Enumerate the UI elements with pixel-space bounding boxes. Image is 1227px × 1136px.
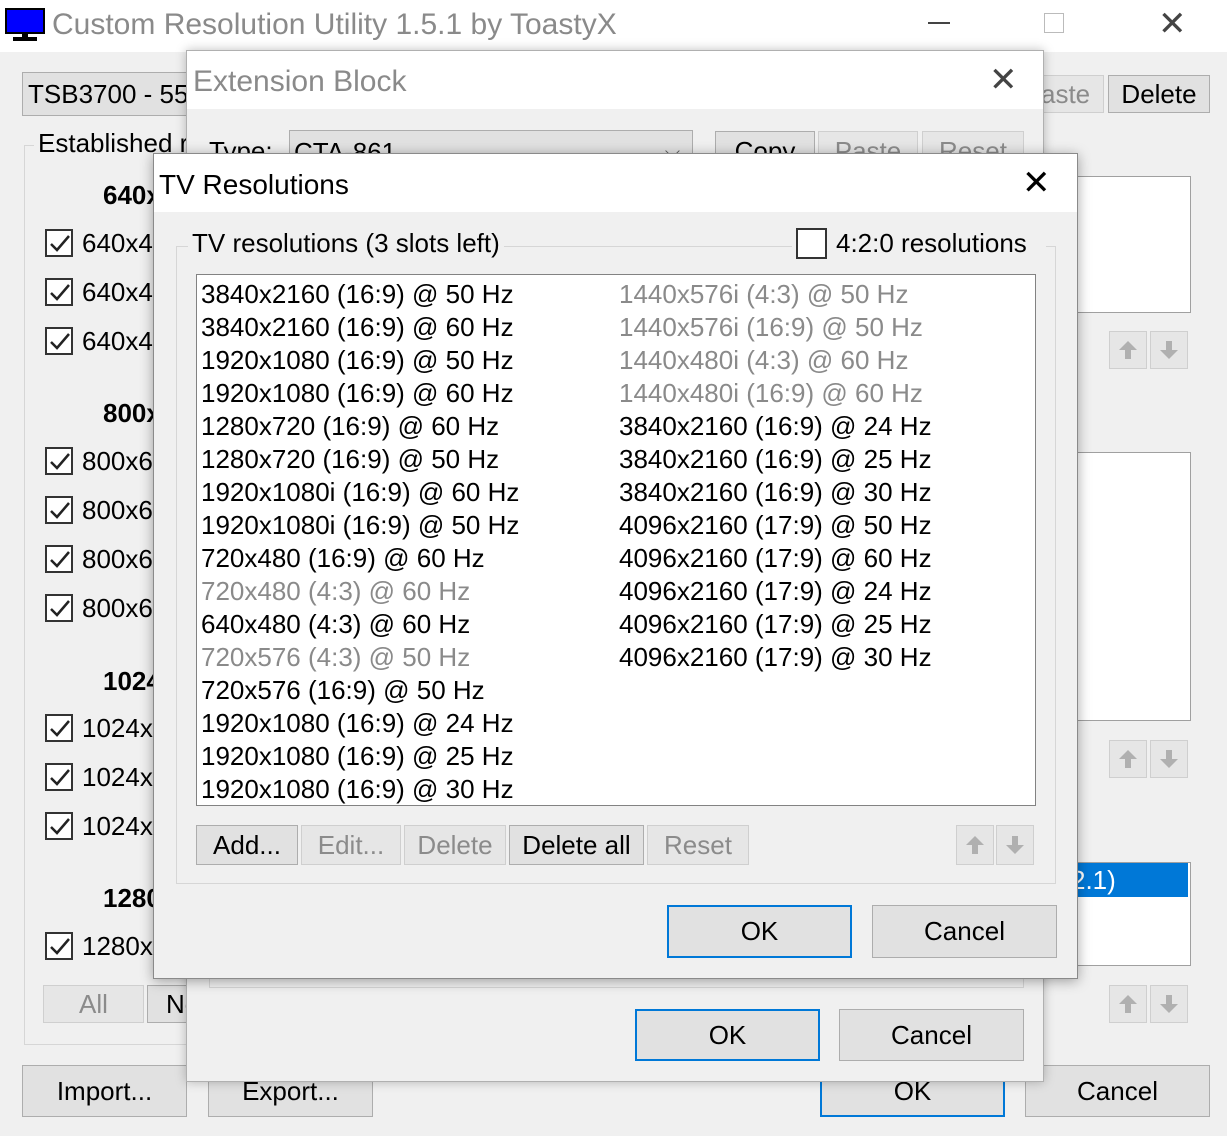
list-item[interactable]: 4096x2160 (17:9) @ 25 Hz (619, 608, 932, 641)
add-button[interactable]: Add... (196, 825, 298, 865)
list-item[interactable]: 720x480 (4:3) @ 60 Hz (201, 575, 519, 608)
minimize-icon[interactable] (928, 22, 950, 24)
checkbox[interactable] (45, 229, 73, 257)
list-item[interactable]: 4096x2160 (17:9) @ 50 Hz (619, 509, 932, 542)
list-item[interactable]: 4096x2160 (17:9) @ 60 Hz (619, 542, 932, 575)
checkbox-label: 1024x (82, 811, 153, 841)
move-down-button[interactable] (1150, 331, 1188, 369)
checkbox-label: 640x4 (82, 326, 153, 356)
ok-button[interactable]: OK (635, 1009, 820, 1061)
all-button[interactable]: All (43, 985, 144, 1023)
checkbox[interactable] (45, 594, 73, 622)
list-item[interactable]: 1920x1080 (16:9) @ 50 Hz (201, 344, 519, 377)
list-item[interactable]: 1440x480i (16:9) @ 60 Hz (619, 377, 932, 410)
checkbox-label: 800x6 (82, 544, 153, 574)
list-item[interactable]: 720x480 (16:9) @ 60 Hz (201, 542, 519, 575)
list-item[interactable]: 3840x2160 (16:9) @ 30 Hz (619, 476, 932, 509)
checkbox[interactable] (45, 932, 73, 960)
cancel-button[interactable]: Cancel (839, 1009, 1024, 1061)
list-item[interactable]: 3840x2160 (16:9) @ 60 Hz (201, 311, 519, 344)
checkbox[interactable] (45, 545, 73, 573)
group-label: TV resolutions (3 slots left) (188, 228, 504, 259)
standard-list[interactable] (1070, 452, 1191, 721)
checkbox[interactable] (45, 278, 73, 306)
list-item[interactable]: 640x480 (4:3) @ 60 Hz (201, 608, 519, 641)
list-item[interactable]: 1440x480i (4:3) @ 60 Hz (619, 344, 932, 377)
list-item[interactable]: 720x576 (16:9) @ 50 Hz (201, 674, 519, 707)
list-item[interactable]: 4096x2160 (17:9) @ 24 Hz (619, 575, 932, 608)
maximize-icon[interactable] (1044, 13, 1064, 33)
checkbox[interactable] (45, 714, 73, 742)
resolution-list-column-2: 1440x576i (4:3) @ 50 Hz 1440x576i (16:9) … (619, 278, 932, 674)
extension-list-selected-item[interactable]: 2.1) (1071, 863, 1188, 897)
monitor-select[interactable]: TSB3700 - 55 (22, 72, 192, 116)
move-down-button[interactable] (1150, 740, 1188, 778)
import-button[interactable]: Import... (22, 1065, 187, 1117)
paste-button[interactable]: aste (1040, 75, 1104, 113)
list-item[interactable]: 3840x2160 (16:9) @ 24 Hz (619, 410, 932, 443)
checkbox-label: 1024x (82, 762, 153, 792)
ok-button[interactable]: OK (667, 905, 852, 958)
checkbox[interactable] (45, 763, 73, 791)
list-item[interactable]: 1920x1080 (16:9) @ 25 Hz (201, 740, 519, 773)
list-item[interactable]: 1440x576i (16:9) @ 50 Hz (619, 311, 932, 344)
move-up-button[interactable] (1109, 331, 1147, 369)
cancel-button[interactable]: Cancel (1025, 1065, 1210, 1117)
checkbox-label: 1280x (82, 931, 153, 961)
checkbox-label: 800x6 (82, 495, 153, 525)
tv-resolutions-dialog: TV Resolutions ✕ TV resolutions (3 slots… (153, 153, 1078, 979)
checkbox-label: 4:2:0 resolutions (836, 228, 1027, 258)
list-item[interactable]: 720x576 (4:3) @ 50 Hz (201, 641, 519, 674)
checkbox[interactable] (45, 496, 73, 524)
list-item[interactable]: 1920x1080i (16:9) @ 60 Hz (201, 476, 519, 509)
checkbox-label: 640x4 (82, 228, 153, 258)
move-down-button[interactable] (996, 825, 1034, 865)
detailed-list[interactable] (1070, 176, 1191, 313)
close-icon[interactable]: ✕ (1022, 166, 1051, 200)
cancel-button[interactable]: Cancel (872, 905, 1057, 958)
move-up-button[interactable] (1109, 740, 1147, 778)
list-item[interactable]: 3840x2160 (16:9) @ 50 Hz (201, 278, 519, 311)
window-title: Custom Resolution Utility 1.5.1 by Toast… (52, 8, 617, 41)
checkbox[interactable] (45, 812, 73, 840)
delete-all-button[interactable]: Delete all (509, 825, 644, 865)
close-icon[interactable]: ✕ (989, 63, 1018, 97)
checkbox-420[interactable]: 4:2:0 resolutions (792, 226, 1046, 260)
resolution-list[interactable]: 3840x2160 (16:9) @ 50 Hz 3840x2160 (16:9)… (196, 274, 1036, 806)
list-item[interactable]: 1920x1080i (16:9) @ 50 Hz (201, 509, 519, 542)
checkbox-label: 640x4 (82, 277, 153, 307)
reset-button[interactable]: Reset (647, 825, 749, 865)
delete-button[interactable]: Delete (404, 825, 506, 865)
close-icon[interactable]: ✕ (1158, 7, 1187, 41)
list-item[interactable]: 4096x2160 (17:9) @ 30 Hz (619, 641, 932, 674)
checkbox[interactable] (796, 228, 827, 259)
list-item[interactable]: 1920x1080 (16:9) @ 60 Hz (201, 377, 519, 410)
list-item[interactable]: 1920x1080 (16:9) @ 30 Hz (201, 773, 519, 805)
checkbox-label: 800x6 (82, 446, 153, 476)
edit-button[interactable]: Edit... (301, 825, 401, 865)
list-item[interactable]: 3840x2160 (16:9) @ 25 Hz (619, 443, 932, 476)
list-item[interactable]: 1280x720 (16:9) @ 50 Hz (201, 443, 519, 476)
app-monitor-icon (5, 8, 45, 42)
checkbox[interactable] (45, 447, 73, 475)
resolution-list-column-1: 3840x2160 (16:9) @ 50 Hz 3840x2160 (16:9)… (201, 278, 519, 805)
checkbox-label: 800x6 (82, 593, 153, 623)
delete-button[interactable]: Delete (1108, 75, 1210, 113)
list-item[interactable]: 1440x576i (4:3) @ 50 Hz (619, 278, 932, 311)
list-item[interactable]: 1280x720 (16:9) @ 60 Hz (201, 410, 519, 443)
dialog-title: TV Resolutions (159, 169, 349, 200)
list-item[interactable]: 1920x1080 (16:9) @ 24 Hz (201, 707, 519, 740)
move-up-button[interactable] (1109, 985, 1147, 1023)
dialog-title: Extension Block (193, 65, 407, 98)
move-down-button[interactable] (1150, 985, 1188, 1023)
move-up-button[interactable] (956, 825, 994, 865)
checkbox[interactable] (45, 327, 73, 355)
checkbox-label: 1024x (82, 713, 153, 743)
